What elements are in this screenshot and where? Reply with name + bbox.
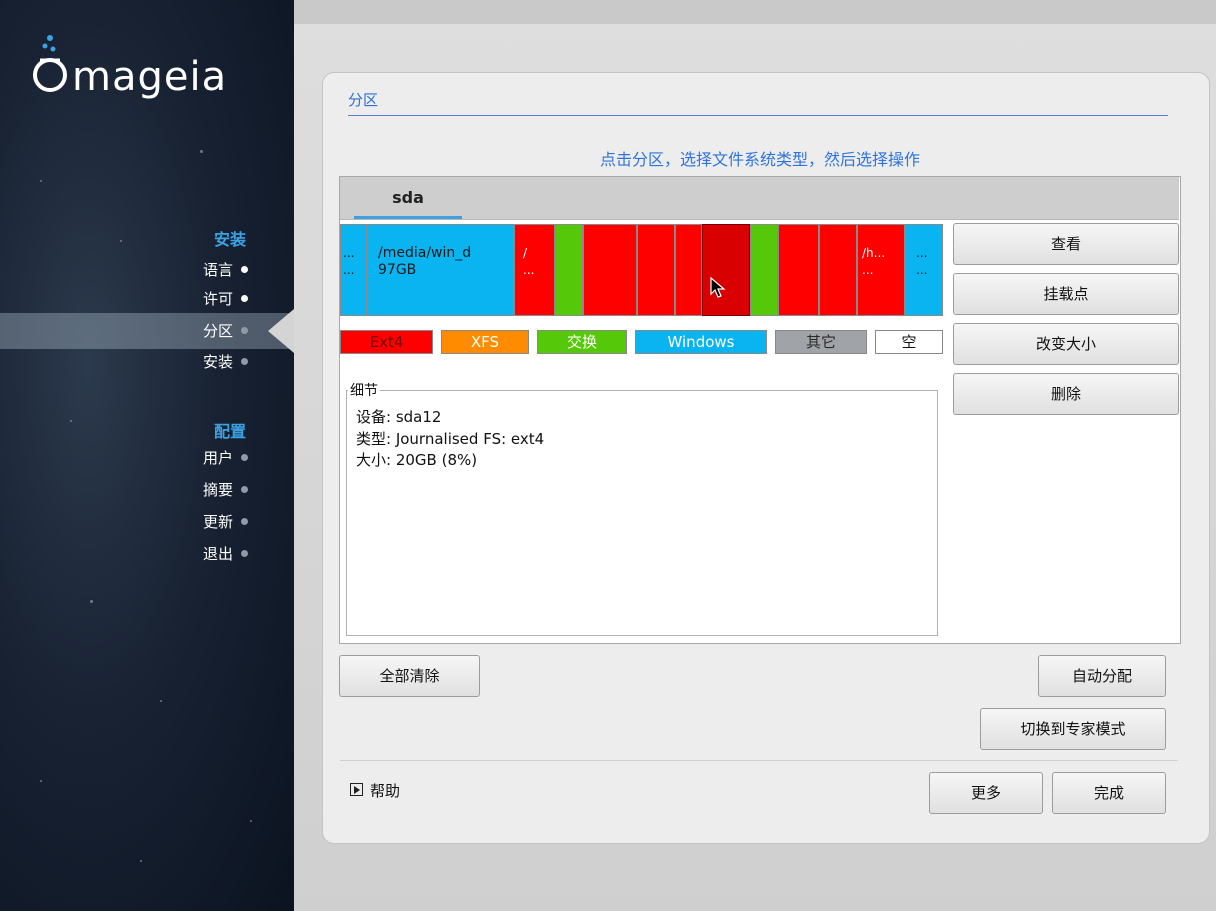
status-dot-icon <box>241 358 248 365</box>
partition-size: ... <box>862 263 874 277</box>
status-dot-icon <box>241 266 248 273</box>
partition-segment[interactable] <box>819 224 857 316</box>
sidebar-item-label: 分区 <box>202 322 233 340</box>
sidebar-item-summary: 摘要 <box>203 479 248 500</box>
sidebar-active-highlight <box>0 313 294 349</box>
partition-size: ... <box>523 263 535 277</box>
sidebar-item-language: 语言 <box>203 259 248 280</box>
sidebar-item-label: 许可 <box>202 290 233 308</box>
expert-mode-button[interactable]: 切换到专家模式 <box>980 708 1166 750</box>
sidebar-item-updates: 更新 <box>203 511 248 532</box>
detail-device: 设备: sda12 <box>356 408 442 426</box>
partition-label: /media/win_d <box>378 245 472 261</box>
delete-button[interactable]: 删除 <box>953 373 1179 415</box>
sidebar-item-label: 用户 <box>202 449 233 467</box>
detail-type: 类型: Journalised FS: ext4 <box>356 430 545 448</box>
sidebar-item-exit: 退出 <box>203 543 248 564</box>
sidebar-item-partitioning: 分区 <box>203 320 248 341</box>
partition-label: / <box>523 246 528 260</box>
sidebar-item-install: 安装 <box>203 351 248 372</box>
legend-swap: 交换 <box>537 330 627 354</box>
status-dot-icon <box>241 454 248 461</box>
disk-tabbar <box>340 177 1179 220</box>
partition-label: ... <box>916 246 928 260</box>
partition-segment[interactable] <box>555 224 583 316</box>
partition-segment[interactable]: ... ... <box>340 224 367 316</box>
partition-segment-selected[interactable] <box>702 224 750 316</box>
mouse-cursor-icon <box>710 277 726 298</box>
clear-all-button[interactable]: 全部清除 <box>339 655 480 697</box>
mount-point-button[interactable]: 挂载点 <box>953 273 1179 315</box>
more-button[interactable]: 更多 <box>929 772 1043 814</box>
details-label: 细节 <box>348 380 380 400</box>
sidebar-item-label: 摘要 <box>202 481 233 499</box>
partition-segment[interactable] <box>778 224 819 316</box>
status-dot-icon <box>241 327 248 334</box>
partition-segment[interactable] <box>750 224 778 316</box>
legend-other: 其它 <box>775 330 867 354</box>
page-title: 分区 <box>348 91 379 109</box>
sidebar-active-arrow-icon <box>268 309 294 353</box>
view-button[interactable]: 查看 <box>953 223 1179 265</box>
sidebar-item-label: 更新 <box>202 513 233 531</box>
sidebar-item-users: 用户 <box>203 447 248 468</box>
done-button[interactable]: 完成 <box>1052 772 1166 814</box>
sidebar: mageia 安装 语言 许可 分区 安装 配置 用户 摘要 更新 退出 <box>0 0 294 911</box>
partition-size: ... <box>916 263 928 277</box>
resize-button[interactable]: 改变大小 <box>953 323 1179 365</box>
auto-allocate-button[interactable]: 自动分配 <box>1038 655 1166 697</box>
help-link[interactable]: 帮助 <box>370 780 400 801</box>
tab-active-underline <box>354 216 462 219</box>
partition-size: 97GB <box>378 262 417 278</box>
brand-name: mageia <box>72 54 228 100</box>
partition-segment[interactable] <box>583 224 637 316</box>
partition-size: ... <box>343 263 355 277</box>
help-expander-icon[interactable] <box>350 783 363 796</box>
tab-sda[interactable]: sda <box>354 177 462 219</box>
partition-label: /h... <box>862 246 886 260</box>
partition-segment[interactable] <box>637 224 675 316</box>
legend-empty: 空 <box>875 330 943 354</box>
partition-segment[interactable]: /h... ... <box>857 224 905 316</box>
title-divider <box>348 115 1168 116</box>
mageia-logo-icon <box>33 35 67 92</box>
status-dot-icon <box>241 295 248 302</box>
status-dot-icon <box>241 518 248 525</box>
top-band <box>294 0 1216 24</box>
partition-segment[interactable] <box>675 224 702 316</box>
sidebar-heading-install: 安装 <box>213 230 246 249</box>
sidebar-heading-config: 配置 <box>213 422 246 441</box>
sidebar-item-label: 安装 <box>202 353 233 371</box>
footer-divider <box>340 760 1178 761</box>
status-dot-icon <box>241 550 248 557</box>
partition-segment[interactable]: ... ... <box>905 224 943 316</box>
legend-windows: Windows <box>635 330 767 354</box>
status-dot-icon <box>241 486 248 493</box>
instructions-text: 点击分区，选择文件系统类型，然后选择操作 <box>599 150 920 169</box>
legend-xfs: XFS <box>441 330 529 354</box>
sidebar-item-label: 语言 <box>202 261 233 279</box>
partition-segment[interactable]: /media/win_d 97GB <box>367 224 514 316</box>
sidebar-item-label: 退出 <box>202 545 233 563</box>
legend-ext4: Ext4 <box>340 330 433 354</box>
partition-segment[interactable]: / ... <box>514 224 555 316</box>
partition-label: ... <box>343 246 355 260</box>
sidebar-item-license: 许可 <box>203 288 248 309</box>
detail-size: 大小: 20GB (8%) <box>356 451 478 469</box>
